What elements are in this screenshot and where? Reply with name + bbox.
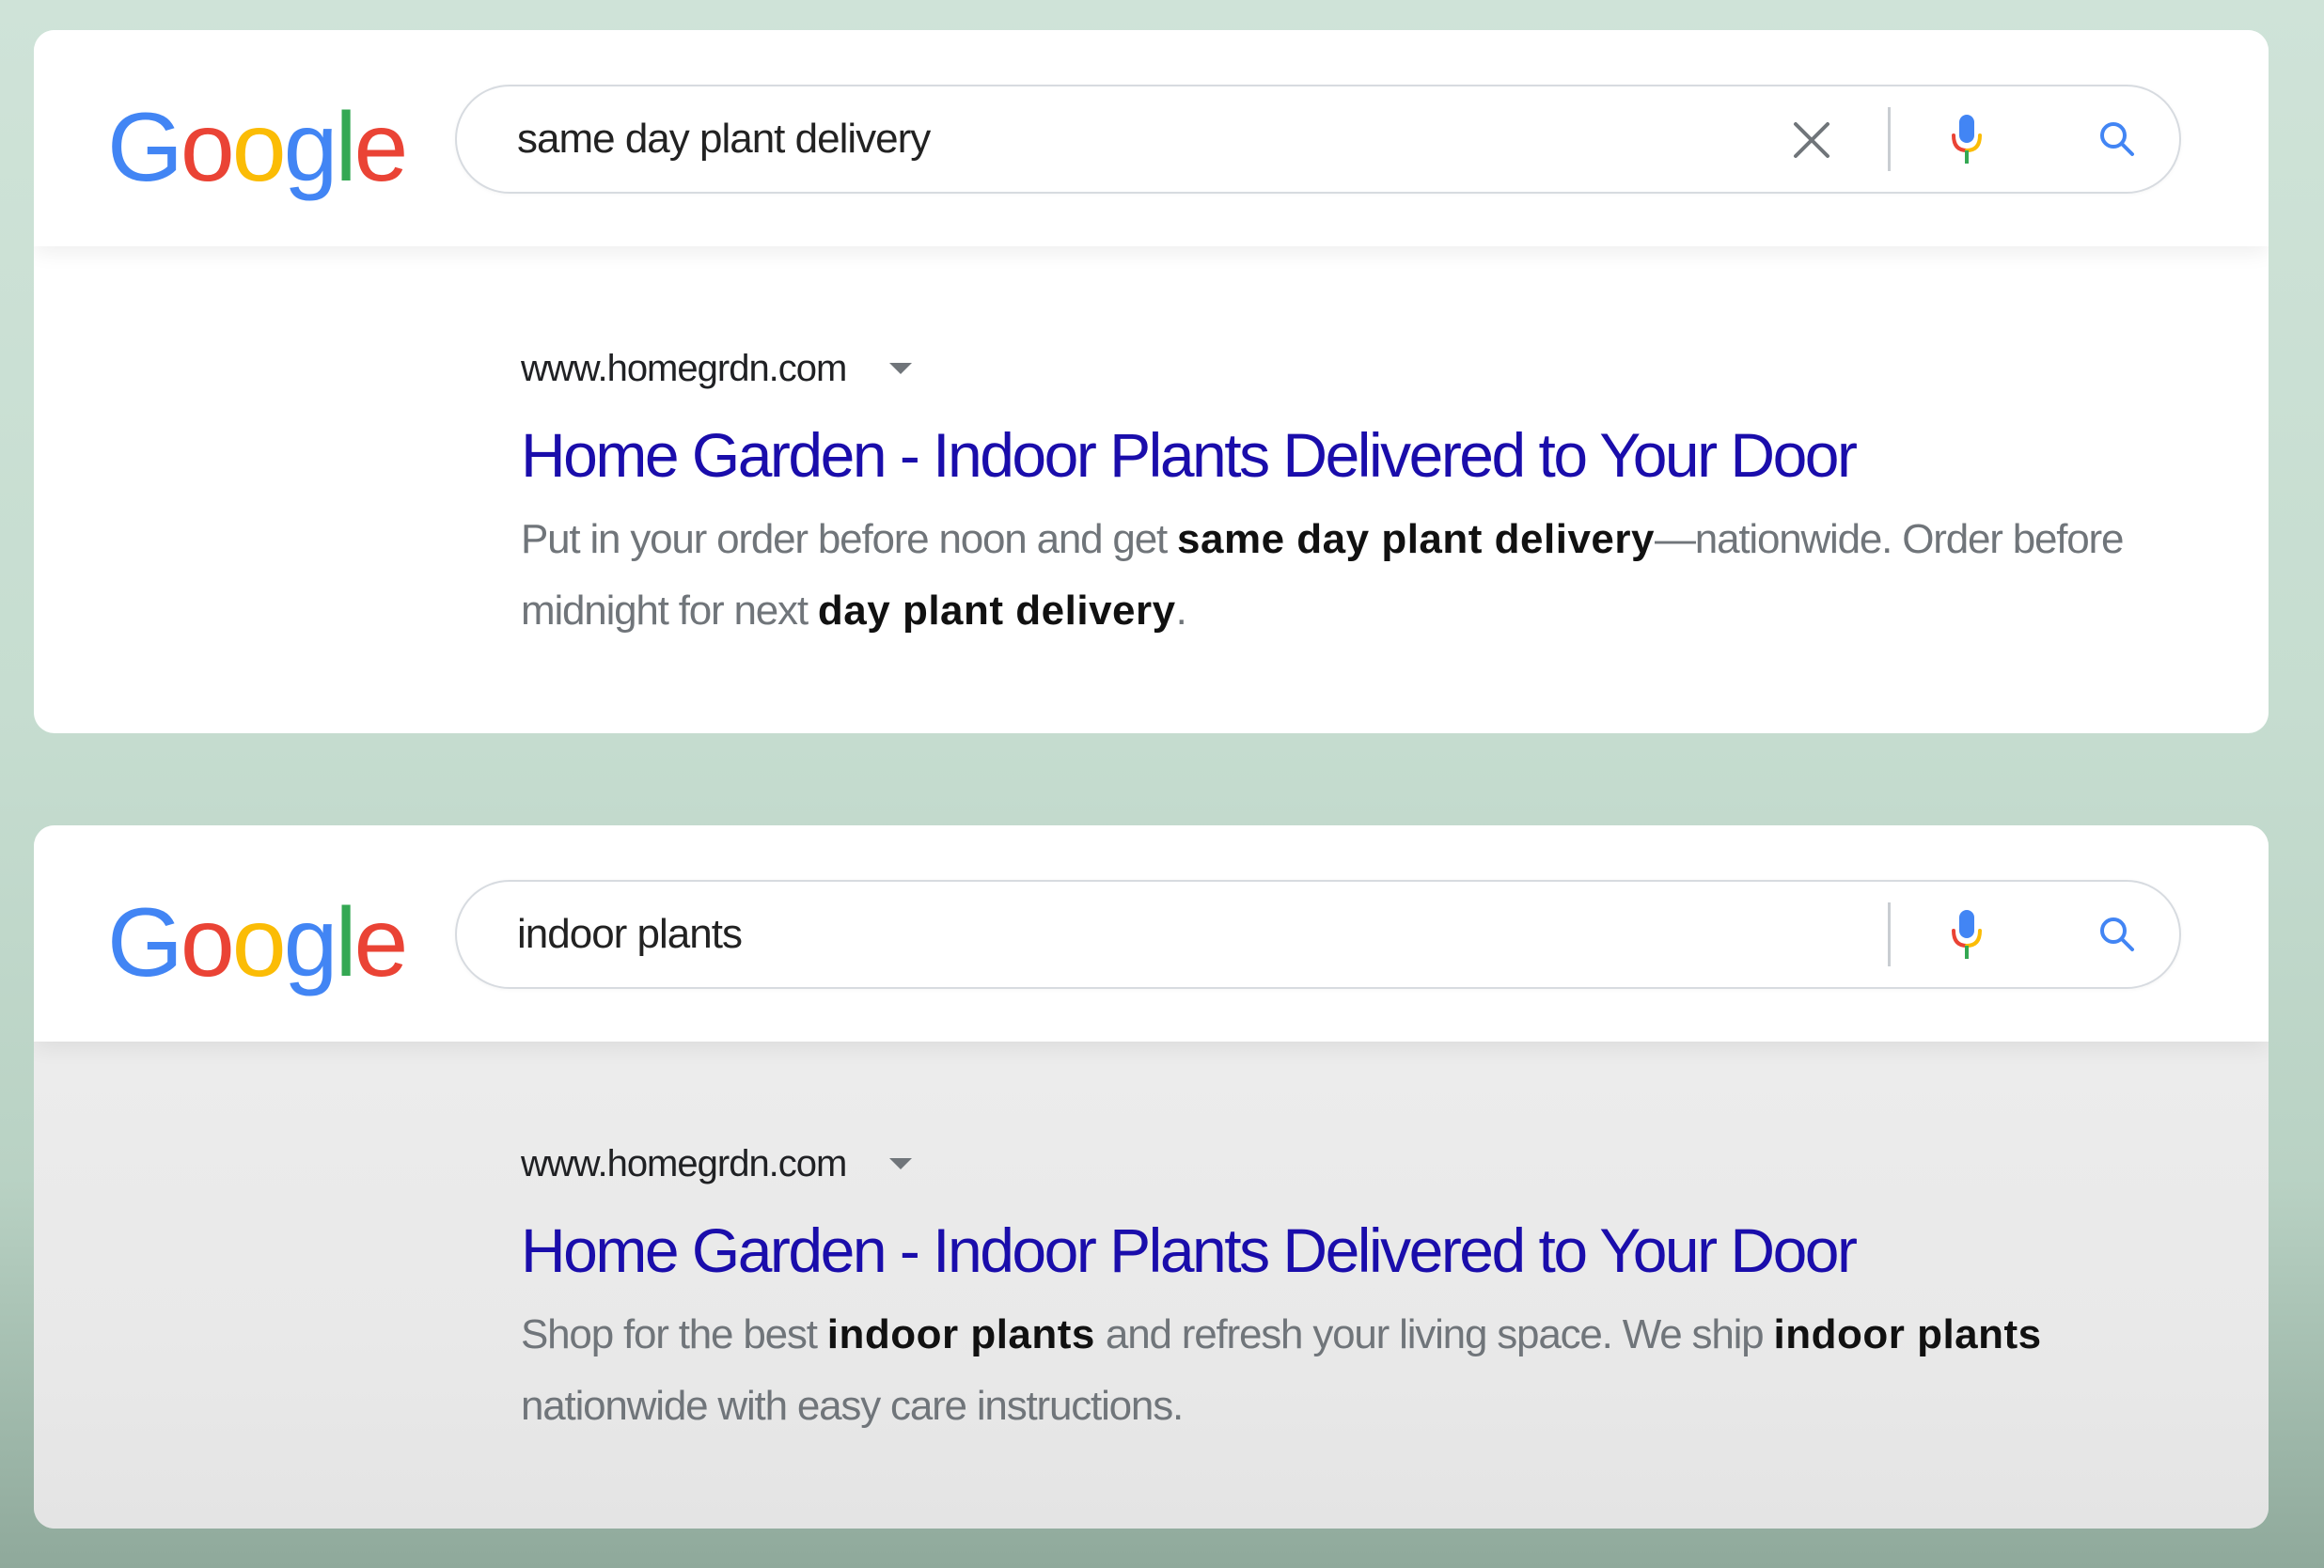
logo-letter: o <box>180 888 235 997</box>
snippet-text: and refresh your living space. We ship <box>1094 1311 1774 1357</box>
caret-down-icon[interactable] <box>887 361 914 376</box>
mic-icon[interactable] <box>1948 113 1986 167</box>
result-snippet: Put in your order before noon and get sa… <box>521 504 2232 647</box>
search-input[interactable]: indoor plants <box>517 882 743 987</box>
logo-letter: e <box>353 888 409 997</box>
logo-letter: G <box>107 888 183 997</box>
search-result: www.homegrdn.com Home Garden - Indoor Pl… <box>521 340 2213 647</box>
snippet-text: nationwide with easy care instructions. <box>521 1383 1184 1429</box>
snippet-highlight: indoor plants <box>1773 1311 2042 1357</box>
search-result: www.homegrdn.com Home Garden - Indoor Pl… <box>521 1136 2213 1442</box>
logo-letter: o <box>180 93 235 202</box>
result-url-row: www.homegrdn.com <box>521 340 2213 397</box>
results-area: www.homegrdn.com Home Garden - Indoor Pl… <box>34 246 2269 733</box>
logo-letter: G <box>107 93 183 202</box>
google-logo[interactable]: Google <box>107 86 409 209</box>
logo-letter: g <box>283 93 338 202</box>
snippet-highlight: indoor plants <box>826 1311 1095 1357</box>
search-box[interactable]: indoor plants <box>455 880 2181 989</box>
snippet-text: . <box>1175 588 1187 634</box>
google-logo[interactable]: Google <box>107 882 409 1004</box>
result-snippet: Shop for the best indoor plants and refr… <box>521 1299 2232 1442</box>
results-area: www.homegrdn.com Home Garden - Indoor Pl… <box>34 1042 2269 1529</box>
search-icon[interactable] <box>2096 118 2138 160</box>
logo-letter: g <box>283 888 338 997</box>
search-divider <box>1888 902 1891 966</box>
logo-letter: e <box>353 93 409 202</box>
search-icon[interactable] <box>2096 914 2138 955</box>
logo-letter: o <box>231 888 287 997</box>
search-input[interactable]: same day plant delivery <box>517 86 931 192</box>
search-box[interactable]: same day plant delivery <box>455 85 2181 194</box>
result-url[interactable]: www.homegrdn.com <box>521 348 847 390</box>
search-divider <box>1888 107 1891 171</box>
snippet-text: Put in your order before noon and get <box>521 516 1178 562</box>
logo-letter: o <box>231 93 287 202</box>
search-results-card-2: Google indoor plants www.homegrdn.com Ho… <box>34 825 2269 1529</box>
clear-icon[interactable] <box>1790 118 1833 162</box>
search-header: Google indoor plants <box>34 825 2269 1042</box>
logo-letter: l <box>335 888 356 997</box>
result-url-row: www.homegrdn.com <box>521 1136 2213 1192</box>
result-url[interactable]: www.homegrdn.com <box>521 1143 847 1185</box>
mic-icon[interactable] <box>1948 908 1986 963</box>
snippet-highlight: same day plant delivery <box>1177 516 1655 562</box>
logo-letter: l <box>335 93 356 202</box>
snippet-highlight: day plant delivery <box>817 588 1176 634</box>
snippet-text: Shop for the best <box>521 1311 827 1357</box>
search-results-card-1: Google same day plant delivery www.homeg… <box>34 30 2269 733</box>
search-header: Google same day plant delivery <box>34 30 2269 246</box>
result-title-link[interactable]: Home Garden - Indoor Plants Delivered to… <box>521 1213 2213 1288</box>
result-title-link[interactable]: Home Garden - Indoor Plants Delivered to… <box>521 417 2213 493</box>
caret-down-icon[interactable] <box>887 1156 914 1171</box>
